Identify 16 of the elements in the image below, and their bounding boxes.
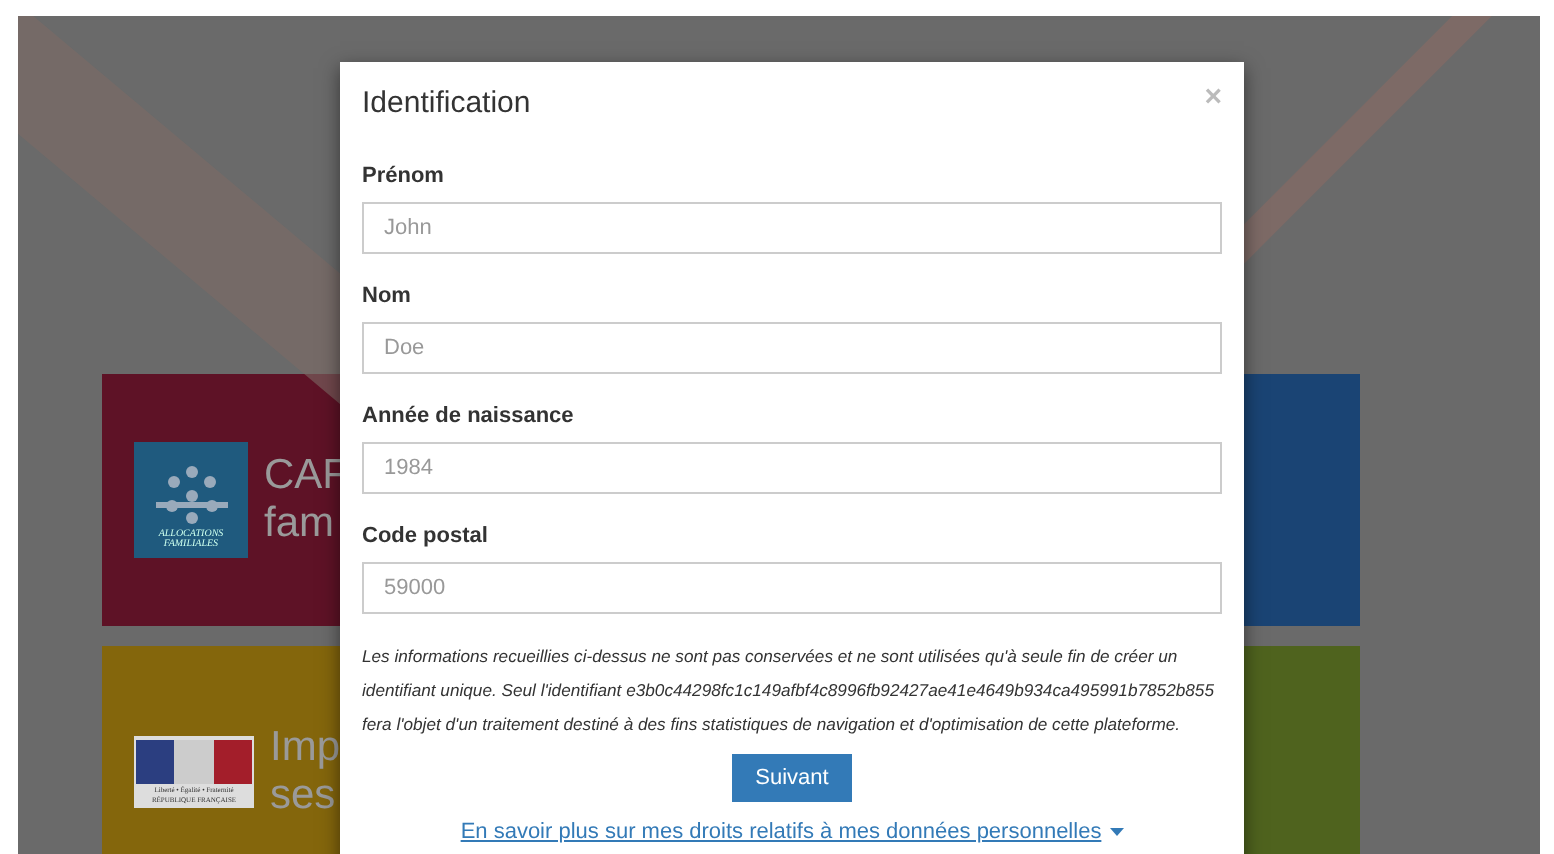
- caret-icon: [1109, 828, 1124, 836]
- field-label: Nom: [362, 284, 413, 308]
- tile-title: fam: [264, 500, 337, 548]
- input-field[interactable]: John: [362, 202, 1222, 254]
- next-button[interactable]: Suivant: [731, 754, 853, 802]
- input-field[interactable]: 1984: [362, 442, 1222, 494]
- field-label: Année de naissance: [362, 404, 576, 428]
- tile-title: ses: [270, 772, 338, 820]
- privacy-notice: Les informations recueillies ci-dessus ne sont pas conservées et ne sont utilisées qu'à seule fin de créer un identifiant unique. Seul l'identifiant e3b0c44298fc1c149afbf4c8996fb92427ae41e4649b934ca495991b7852b855 fera l'objet d'un traitement destiné à des fins statistiques de navigation et d'optimisation de cette plateforme.: [362, 644, 1216, 738]
- dialog-title: Identification: [362, 86, 531, 120]
- privacy-rights-link[interactable]: En savoir plus sur mes droits relatifs à mes données personnelles: [460, 820, 1124, 844]
- field-label: Code postal: [362, 524, 490, 548]
- field-label: Prénom: [362, 164, 446, 188]
- tile-title: Imp: [270, 724, 341, 772]
- input-field[interactable]: Doe: [362, 322, 1222, 374]
- input-field[interactable]: 59000: [362, 562, 1222, 614]
